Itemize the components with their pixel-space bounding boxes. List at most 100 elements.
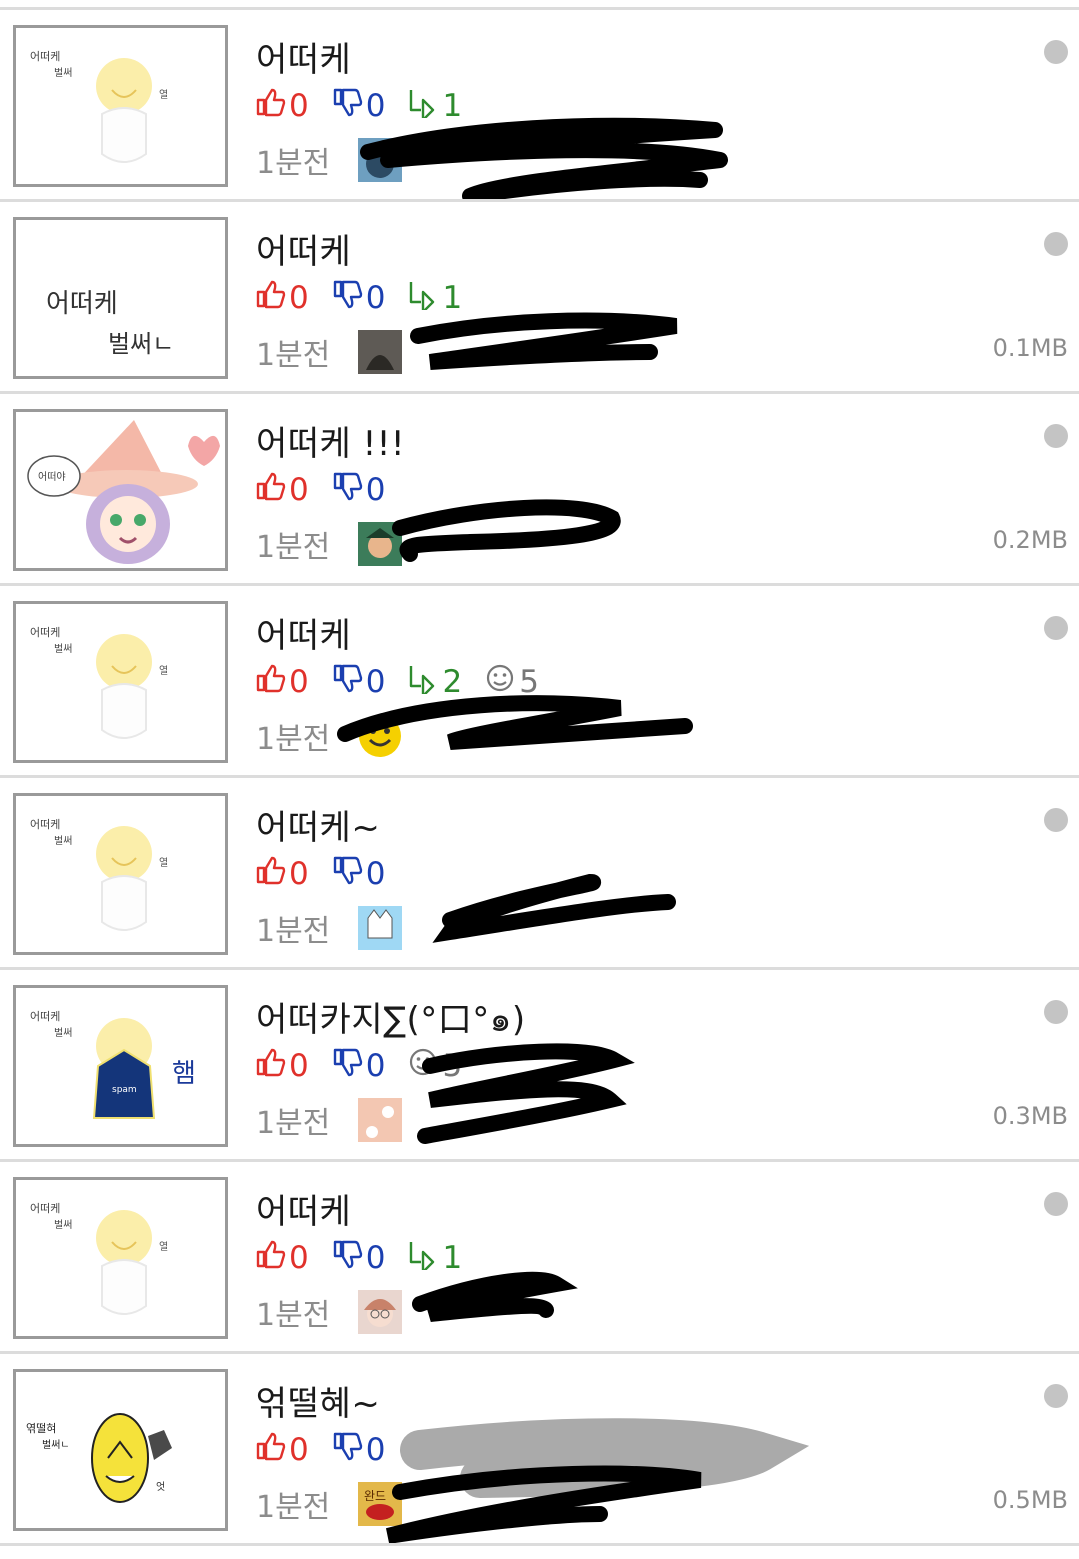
downvote-count: 0 [331, 854, 385, 894]
post-thumbnail[interactable]: 어떠야 [13, 409, 228, 571]
svg-text:어떠케: 어떠케 [30, 1202, 60, 1215]
post-stats: 0 0 [254, 854, 407, 894]
reply-count: 2 [407, 662, 462, 702]
thumbs-down-icon [331, 854, 366, 894]
upvote-count: 0 [254, 662, 309, 702]
upvote-count: 0 [254, 1430, 309, 1470]
post-meta: 1분전 [256, 522, 410, 566]
author-avatar[interactable] [358, 522, 403, 566]
reply-count: 1 [407, 1238, 462, 1278]
post-title[interactable]: 어떠케 [256, 608, 351, 657]
svg-text:열: 열 [159, 1241, 168, 1253]
post-stats: 0 0 1 [254, 1238, 484, 1278]
author-avatar[interactable] [358, 714, 402, 758]
post-stats: 0 0 [254, 470, 407, 510]
thumbs-down-icon [331, 278, 366, 318]
unread-dot-icon [1044, 424, 1068, 448]
post-item[interactable]: 어떠케 벌써 열 어떠케 0 0 1 1분전 [0, 10, 1079, 202]
post-meta: 1분전 완드 [256, 1482, 410, 1526]
post-thumbnail[interactable]: 어떠케 벌써 열 [13, 25, 228, 187]
post-title[interactable]: 어떠케 [256, 224, 351, 273]
author-avatar[interactable] [358, 330, 403, 374]
svg-text:벌써: 벌써 [54, 835, 72, 847]
svg-text:완드: 완드 [364, 1489, 386, 1503]
downvote-count: 0 [331, 470, 385, 510]
post-meta: 1분전 [256, 906, 410, 950]
upvote-count: 0 [254, 1046, 309, 1086]
unread-dot-icon [1044, 616, 1068, 640]
thumbs-up-icon [254, 470, 289, 510]
svg-text:벌써ㄴ: 벌써ㄴ [108, 330, 174, 358]
upvote-count: 0 [254, 854, 309, 894]
file-size: 0.3MB [992, 1102, 1068, 1130]
post-item[interactable]: 어떠야 어떠케 !!! 0 0 1분전 0.2MB [0, 394, 1079, 586]
post-item[interactable]: 엮떨혀 벌써ㄴ 엇 얶떨혜~ 0 0 1분전 완드 0.5MB [0, 1354, 1079, 1546]
reply-arrow-icon [407, 86, 442, 126]
post-thumbnail[interactable]: 어떠케 벌써 열 [13, 601, 228, 763]
thumbs-down-icon [331, 1046, 366, 1086]
post-thumbnail[interactable]: 어떠케 벌써 spam 햄 [13, 985, 228, 1147]
svg-text:벌써: 벌써 [54, 1027, 72, 1039]
post-stats: 0 0 1 [254, 86, 484, 126]
post-meta: 1분전 [256, 330, 410, 374]
post-thumbnail[interactable]: 엮떨혀 벌써ㄴ 엇 [13, 1369, 228, 1531]
thumbs-up-icon [254, 1238, 289, 1278]
svg-text:어떠케: 어떠케 [30, 818, 60, 831]
svg-text:벌써: 벌써 [54, 67, 72, 79]
author-avatar[interactable]: 완드 [358, 1482, 403, 1526]
svg-text:열: 열 [159, 665, 168, 677]
downvote-count: 0 [331, 1238, 385, 1278]
file-size: 0.1MB [992, 334, 1068, 362]
svg-text:어떠케: 어떠케 [46, 289, 118, 319]
post-item[interactable]: 어떠케 벌써 열 어떠케 0 0 2 5 1분전 [0, 586, 1079, 778]
post-meta: 1분전 [256, 714, 410, 758]
thumbs-down-icon [331, 1430, 366, 1470]
post-thumbnail[interactable]: 어떠케 벌써ㄴ [13, 217, 228, 379]
svg-text:spam: spam [112, 1085, 137, 1095]
author-avatar[interactable] [358, 1098, 403, 1142]
author-avatar[interactable] [358, 1290, 403, 1334]
downvote-count: 0 [331, 278, 385, 318]
post-time: 1분전 [256, 146, 331, 181]
viewer-count: 5 [407, 1046, 462, 1086]
svg-text:어떠케: 어떠케 [30, 50, 60, 63]
svg-text:벌써: 벌써 [54, 643, 72, 655]
post-item[interactable]: 어떠케 벌써 열 어떠케~ 0 0 1분전 [0, 778, 1079, 970]
post-meta: 1분전 [256, 138, 410, 182]
thumbs-down-icon [331, 470, 366, 510]
svg-text:어떠케: 어떠케 [30, 1010, 60, 1023]
reply-count: 1 [407, 278, 462, 318]
post-time: 1분전 [256, 1298, 331, 1333]
thumbs-up-icon [254, 662, 289, 702]
post-title[interactable]: 어떠케 [256, 32, 351, 81]
unread-dot-icon [1044, 232, 1068, 256]
svg-text:엇: 엇 [156, 1481, 165, 1493]
upvote-count: 0 [254, 278, 309, 318]
post-item[interactable]: 어떠케 벌써 열 어떠케 0 0 1 1분전 [0, 1162, 1079, 1354]
post-time: 1분전 [256, 914, 331, 949]
post-title[interactable]: 어떠케~ [256, 800, 380, 849]
post-title[interactable]: 얶떨혜~ [256, 1376, 380, 1425]
post-title[interactable]: 어떠카지∑(°口°๑) [256, 992, 526, 1046]
reply-arrow-icon [407, 662, 442, 702]
post-title[interactable]: 어떠케 [256, 1184, 351, 1233]
post-list: 어떠케 벌써 열 어떠케 0 0 1 1분전 어떠케 벌써ㄴ 어떠케 0 0 1… [0, 10, 1079, 1546]
post-item[interactable]: 어떠케 벌써ㄴ 어떠케 0 0 1 1분전 0.1MB [0, 202, 1079, 394]
thumbs-down-icon [331, 662, 366, 702]
post-thumbnail[interactable]: 어떠케 벌써 열 [13, 1177, 228, 1339]
post-item[interactable]: 어떠케 벌써 spam 햄 어떠카지∑(°口°๑) 0 0 5 1분전 0.3M… [0, 970, 1079, 1162]
thumbs-up-icon [254, 1046, 289, 1086]
upvote-count: 0 [254, 470, 309, 510]
reply-arrow-icon [407, 1238, 442, 1278]
author-avatar[interactable] [358, 906, 403, 950]
author-avatar[interactable] [358, 138, 403, 182]
thumbs-down-icon [331, 1238, 366, 1278]
post-time: 1분전 [256, 338, 331, 373]
unread-dot-icon [1044, 1384, 1068, 1408]
post-title[interactable]: 어떠케 !!! [256, 416, 405, 465]
unread-dot-icon [1044, 1000, 1068, 1024]
svg-text:열: 열 [159, 89, 168, 101]
post-thumbnail[interactable]: 어떠케 벌써 열 [13, 793, 228, 955]
post-meta: 1분전 [256, 1098, 410, 1142]
thumbs-up-icon [254, 1430, 289, 1470]
